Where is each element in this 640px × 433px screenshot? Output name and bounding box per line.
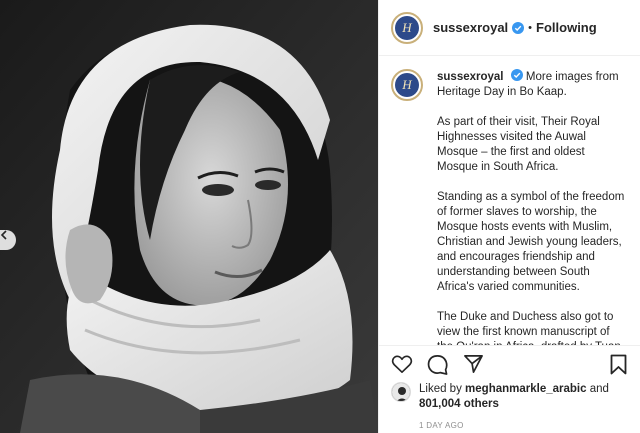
comment-icon[interactable]: [427, 354, 448, 375]
post-actions: Liked by meghanmarkle_arabic and 801,004…: [379, 345, 640, 433]
following-button[interactable]: Following: [536, 20, 597, 35]
avatar-monogram: H: [395, 15, 419, 40]
liked-by-user-link[interactable]: meghanmarkle_arabic: [465, 383, 586, 395]
header-separator: •: [528, 21, 533, 34]
portrait-illustration: [0, 0, 378, 433]
verified-badge-icon: [510, 69, 523, 81]
share-icon[interactable]: [463, 354, 484, 374]
heart-icon[interactable]: [391, 354, 413, 374]
bookmark-icon[interactable]: [610, 354, 627, 375]
post-photo[interactable]: [0, 0, 378, 433]
caption-paragraph: As part of their visit, Their Royal High…: [437, 116, 600, 173]
caption-avatar[interactable]: H: [391, 69, 423, 101]
post-header: H sussexroyal • Following: [379, 0, 640, 56]
caption-paragraph: Standing as a symbol of the freedom of f…: [437, 191, 625, 293]
caption-area[interactable]: H sussexroyal More images from Heritage …: [379, 57, 640, 345]
header-username-link[interactable]: sussexroyal: [433, 20, 508, 35]
likes-summary: Liked by meghanmarkle_arabic and 801,004…: [391, 382, 629, 433]
liked-by-prefix: Liked by: [419, 383, 462, 395]
caption-avatar-monogram: H: [395, 73, 419, 97]
liker-avatar[interactable]: [391, 382, 411, 402]
verified-badge-icon: [512, 21, 525, 34]
account-avatar[interactable]: H: [391, 11, 423, 44]
likes-count-link[interactable]: 801,004 others: [419, 398, 499, 410]
caption-comment: H sussexroyal More images from Heritage …: [391, 69, 629, 345]
post-sidebar: H sussexroyal • Following H sussexroyal …: [378, 0, 640, 433]
chevron-left-icon: [0, 230, 7, 240]
liker-avatar-image: [392, 383, 410, 401]
caption-text: sussexroyal More images from Heritage Da…: [437, 69, 627, 345]
caption-paragraph: The Duke and Duchess also got to view th…: [437, 311, 621, 345]
likes-text: Liked by meghanmarkle_arabic and 801,004…: [419, 382, 609, 433]
action-icon-row: [391, 346, 629, 382]
liked-by-and: and: [589, 383, 609, 395]
caption-username-link[interactable]: sussexroyal: [437, 71, 504, 83]
post-timestamp[interactable]: 1 DAY AGO: [419, 418, 609, 433]
